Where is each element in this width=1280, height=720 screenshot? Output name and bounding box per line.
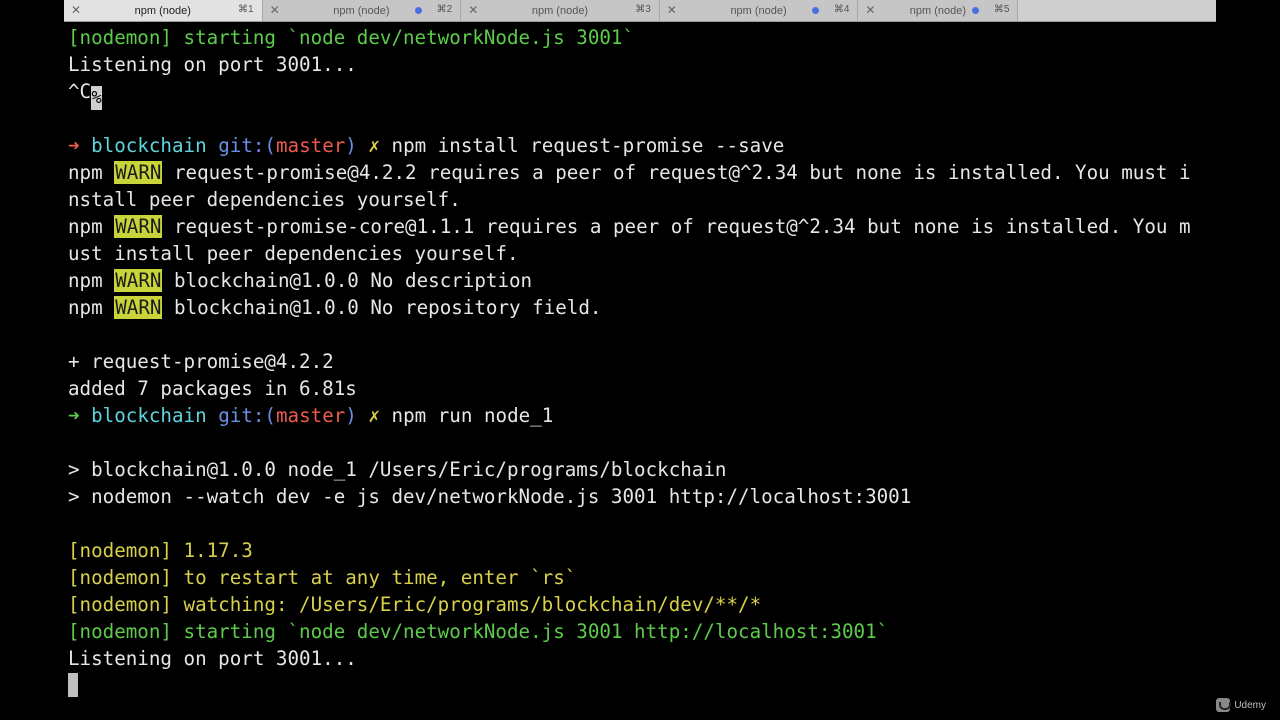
nodemon-text: to restart at any time, enter `rs` — [183, 566, 577, 589]
tab-4[interactable]: ✕ npm (node) ⌘4 — [660, 0, 859, 21]
tab-bar-empty-space[interactable] — [1018, 0, 1216, 21]
close-icon[interactable]: ✕ — [71, 3, 81, 17]
warn-text: request-promise@4.2.2 requires a peer of… — [174, 161, 1191, 184]
warn-text: blockchain@1.0.0 No description — [174, 269, 533, 292]
warn-text: blockchain@1.0.0 No repository field. — [174, 296, 602, 319]
tab-3[interactable]: ✕ npm (node) ⌘3 — [461, 0, 660, 21]
terminal-line: [nodemon] starting `node dev/networkNode… — [68, 26, 635, 49]
npm-label: npm — [68, 269, 103, 292]
nodemon-tag: [nodemon] — [68, 566, 172, 589]
prompt-line: ➜ blockchain git:(master) ✗ npm install … — [68, 132, 1218, 159]
tab-title: npm (node) — [909, 4, 966, 17]
close-icon[interactable]: ✕ — [468, 3, 478, 17]
terminal-cursor — [68, 673, 78, 697]
terminal-output[interactable]: [nodemon] starting `node dev/networkNode… — [68, 24, 1218, 714]
tab-title: npm (node) — [531, 4, 589, 17]
terminal-line: [nodemon] to restart at any time, enter … — [68, 564, 1218, 591]
prompt-directory: blockchain — [91, 404, 207, 427]
tab-shortcut: ⌘1 — [238, 4, 254, 15]
close-icon[interactable]: ✕ — [865, 3, 875, 17]
terminal-line: npm WARN request-promise-core@1.1.1 requ… — [68, 213, 1218, 240]
tab-2[interactable]: ✕ npm (node) ⌘2 — [263, 0, 462, 21]
prompt-arrow-icon: ➜ — [68, 134, 80, 157]
warn-badge: WARN — [114, 269, 163, 292]
terminal-line: > nodemon --watch dev -e js dev/networkN… — [68, 485, 912, 508]
tab-shortcut: ⌘3 — [635, 4, 651, 15]
warn-badge: WARN — [114, 215, 163, 238]
terminal-line: + request-promise@4.2.2 — [68, 350, 334, 373]
interrupt-text: ^C — [68, 80, 92, 103]
tab-shortcut: ⌘4 — [833, 4, 850, 15]
terminal-line: npm WARN blockchain@1.0.0 No description — [68, 267, 1218, 294]
nodemon-tag: [nodemon] — [68, 620, 172, 643]
terminal-line: npm WARN request-promise@4.2.2 requires … — [68, 159, 1218, 186]
terminal-input-line[interactable] — [68, 672, 1218, 699]
nodemon-text: 1.17.3 — [183, 539, 253, 562]
git-branch: master — [275, 134, 346, 157]
command-text: npm install request-promise --save — [391, 134, 785, 157]
tab-title: npm (node) — [333, 4, 390, 17]
close-icon[interactable]: ✕ — [270, 3, 280, 17]
terminal-line: ^C% — [68, 78, 1218, 110]
terminal-line: Listening on port 3001... — [68, 53, 357, 76]
git-label: git:( — [218, 134, 276, 157]
terminal-line: [nodemon] starting `node dev/networkNode… — [68, 618, 1218, 645]
nodemon-tag: [nodemon] — [68, 593, 172, 616]
prompt-line: ➜ blockchain git:(master) ✗ npm run node… — [68, 402, 1218, 429]
git-label: git:( — [218, 404, 276, 427]
nodemon-text: starting `node dev/networkNode.js 3001 h… — [183, 620, 889, 643]
terminal-line: > blockchain@1.0.0 node_1 /Users/Eric/pr… — [68, 458, 727, 481]
warn-text: request-promise-core@1.1.1 requires a pe… — [174, 215, 1191, 238]
tab-title: npm (node) — [134, 4, 191, 17]
terminal-line: [nodemon] watching: /Users/Eric/programs… — [68, 591, 1218, 618]
terminal-line: [nodemon] 1.17.3 — [68, 537, 1218, 564]
udemy-logo-icon — [1216, 698, 1232, 712]
prompt-arrow-icon: ➜ — [68, 404, 80, 427]
tab-bar: ✕ npm (node) ⌘1 ✕ npm (node) ⌘2 ✕ npm (n… — [64, 0, 1216, 22]
prompt-directory: blockchain — [91, 134, 207, 157]
tab-shortcut: ⌘5 — [993, 4, 1010, 15]
close-icon[interactable]: ✕ — [667, 3, 677, 17]
tab-1[interactable]: ✕ npm (node) ⌘1 — [64, 0, 263, 21]
activity-dot-icon — [812, 7, 820, 14]
terminal-line: added 7 packages in 6.81s — [68, 377, 357, 400]
terminal-line: Listening on port 3001... — [68, 647, 357, 670]
udemy-watermark: Udemy — [1216, 698, 1266, 712]
tab-shortcut: ⌘2 — [436, 4, 453, 15]
git-branch: master — [275, 404, 346, 427]
command-text: npm run node_1 — [391, 404, 554, 427]
nodemon-tag: [nodemon] — [68, 539, 172, 562]
terminal-cursor: % — [91, 86, 103, 110]
nodemon-text: watching: /Users/Eric/programs/blockchai… — [183, 593, 762, 616]
watermark-label: Udemy — [1234, 699, 1266, 711]
tab-5[interactable]: ✕ npm (node) ⌘5 — [858, 0, 1019, 21]
dirty-mark-icon: ✗ — [368, 404, 380, 427]
npm-label: npm — [68, 161, 103, 184]
activity-dot-icon — [972, 7, 980, 14]
tab-title: npm (node) — [730, 4, 787, 17]
warn-badge: WARN — [114, 296, 163, 319]
git-label-close: ) — [345, 404, 357, 427]
activity-dot-icon — [415, 7, 423, 14]
npm-label: npm — [68, 215, 103, 238]
terminal-line: npm WARN blockchain@1.0.0 No repository … — [68, 294, 1218, 321]
git-label-close: ) — [345, 134, 357, 157]
terminal-line: nstall peer dependencies yourself. — [68, 188, 461, 211]
terminal-line: ust install peer dependencies yourself. — [68, 242, 519, 265]
dirty-mark-icon: ✗ — [368, 134, 380, 157]
warn-badge: WARN — [114, 161, 163, 184]
npm-label: npm — [68, 296, 103, 319]
